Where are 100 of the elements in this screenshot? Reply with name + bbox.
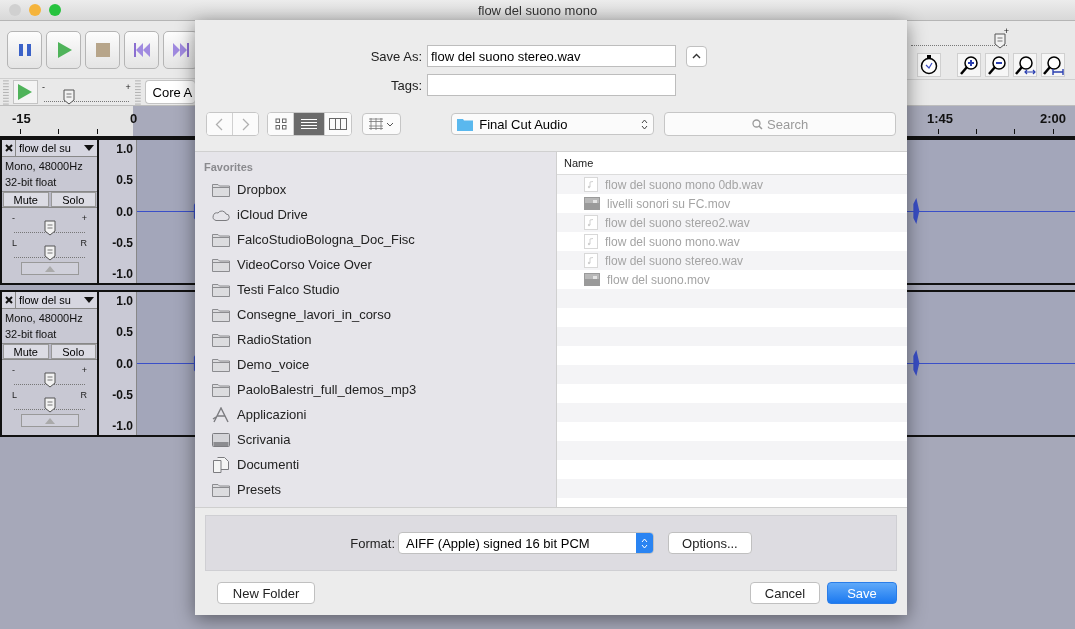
- solo-button[interactable]: Solo: [50, 192, 96, 207]
- slider-thumb[interactable]: [43, 245, 56, 261]
- ruler-label: 0: [130, 111, 138, 126]
- list-view-icon: [301, 118, 318, 130]
- slider-thumb[interactable]: [43, 220, 56, 236]
- list-view-button[interactable]: [294, 113, 325, 135]
- folder-icon: [212, 357, 230, 372]
- options-button[interactable]: Options...: [668, 532, 752, 554]
- tags-field[interactable]: [427, 74, 676, 96]
- zoom-in-icon: [959, 55, 979, 75]
- arrange-button[interactable]: [361, 113, 402, 135]
- amplitude-label: -1.0: [112, 419, 133, 433]
- close-icon: [4, 144, 13, 152]
- pause-icon: [16, 41, 33, 58]
- save-as-field[interactable]: flow del suono stereo.wav: [427, 45, 676, 67]
- slider-min-label: -: [12, 214, 15, 223]
- toolbar-grip-icon[interactable]: [134, 79, 141, 105]
- track-format: Mono, 48000Hz: [5, 311, 84, 326]
- column-view-button[interactable]: [324, 113, 351, 135]
- folder-icon: [212, 182, 230, 197]
- track-close-button[interactable]: [2, 292, 16, 308]
- slider-thumb[interactable]: [994, 32, 1007, 49]
- sidebar-item[interactable]: Consegne_lavori_in_corso: [195, 302, 556, 327]
- file-row: flow del suono stereo.wav: [557, 251, 907, 270]
- folder-icon: [212, 482, 230, 497]
- amplitude-label: 1.0: [116, 294, 133, 308]
- sidebar-item[interactable]: VideoCorso Voice Over: [195, 252, 556, 277]
- zoom-out-button[interactable]: [985, 53, 1009, 77]
- sidebar-item[interactable]: RadioStation: [195, 327, 556, 352]
- track-sample-format: 32-bit float: [5, 327, 58, 342]
- collapse-triangle-icon: [44, 417, 55, 424]
- slider-thumb[interactable]: [43, 397, 56, 413]
- column-header[interactable]: Name: [564, 157, 594, 169]
- video-thumbnail-icon: [584, 273, 600, 286]
- sidebar-item[interactable]: Documenti: [195, 452, 556, 477]
- sidebar-item[interactable]: Dropbox: [195, 177, 556, 202]
- slider-min-label: -: [41, 82, 45, 92]
- sidebar-item[interactable]: FalcoStudioBologna_Doc_Fisc: [195, 227, 556, 252]
- sidebar-heading: Favorites: [203, 160, 254, 175]
- save-as-label: Save As:: [369, 48, 422, 64]
- solo-button[interactable]: Solo: [50, 344, 96, 359]
- close-icon: [4, 296, 13, 304]
- toolbar-grip-icon[interactable]: [3, 79, 9, 105]
- window-title: flow del suono mono: [477, 2, 598, 18]
- file-row: livelli sonori su FC.mov: [557, 194, 907, 213]
- mute-button[interactable]: Mute: [3, 192, 49, 207]
- tags-label: Tags:: [389, 77, 422, 93]
- ruler-label: -15: [12, 111, 31, 126]
- sidebar-item[interactable]: iCloud Drive: [195, 202, 556, 227]
- fit-button[interactable]: [1013, 53, 1037, 77]
- updown-arrows-icon: [641, 537, 649, 549]
- skip-start-icon: [133, 42, 150, 57]
- slider-thumb[interactable]: [43, 372, 56, 388]
- slider-min-label: L: [12, 391, 17, 400]
- file-row: flow del suono.mov: [557, 270, 907, 289]
- search-icon: [752, 118, 764, 130]
- slider-max-label: +: [125, 82, 131, 92]
- location-dropdown[interactable]: Final Cut Audio: [451, 113, 655, 135]
- dropdown-triangle-icon: [84, 297, 94, 303]
- track-close-button[interactable]: [2, 140, 16, 156]
- folder-icon: [212, 257, 230, 272]
- cancel-button[interactable]: Cancel: [750, 582, 820, 604]
- mute-button[interactable]: Mute: [3, 344, 49, 359]
- audio-file-icon: [584, 177, 598, 192]
- new-folder-button[interactable]: New Folder: [217, 582, 315, 604]
- documents-icon: [212, 456, 230, 473]
- sidebar-item[interactable]: Applicazioni: [195, 402, 556, 427]
- folder-icon: [212, 307, 230, 322]
- format-dropdown[interactable]: AIFF (Apple) signed 16 bit PCM: [398, 532, 655, 554]
- audio-host-dropdown[interactable]: Core A: [144, 80, 195, 104]
- fit-vertical-button[interactable]: [1041, 53, 1065, 77]
- play-button[interactable]: [46, 30, 81, 69]
- zoom-fit-icon: [1042, 55, 1064, 75]
- sidebar-item[interactable]: Scrivania: [195, 427, 556, 452]
- zoom-in-button[interactable]: [957, 53, 981, 77]
- chevron-up-icon: [692, 53, 701, 59]
- play-icon: [17, 83, 34, 101]
- timer-button[interactable]: [917, 53, 941, 77]
- sidebar-item[interactable]: Presets: [195, 477, 556, 502]
- collapse-triangle-icon: [44, 265, 55, 272]
- zoom-out-icon: [987, 55, 1007, 75]
- file-row: flow del suono mono 0db.wav: [557, 175, 907, 194]
- track-name-menu[interactable]: flow del su: [16, 292, 97, 308]
- grid-icon: [368, 118, 383, 130]
- icon-view-button[interactable]: [268, 113, 295, 135]
- sidebar-item[interactable]: Demo_voice: [195, 352, 556, 377]
- skip-start-button[interactable]: [124, 30, 159, 69]
- slider-min-label: -: [12, 366, 15, 375]
- slider-min-label: L: [12, 239, 17, 248]
- pause-button[interactable]: [7, 30, 42, 69]
- amplitude-label: 0.0: [116, 356, 133, 371]
- track-format: Mono, 48000Hz: [5, 159, 84, 174]
- play-at-speed-button[interactable]: [12, 80, 38, 104]
- sidebar-item[interactable]: PaoloBalestri_full_demos_mp3: [195, 377, 556, 402]
- collapse-dialog-button[interactable]: [686, 45, 707, 67]
- track-name-menu[interactable]: flow del su: [16, 140, 97, 156]
- folder-icon: [212, 332, 230, 347]
- sidebar-item[interactable]: Testi Falco Studio: [195, 277, 556, 302]
- skip-end-icon: [172, 42, 189, 57]
- slider-thumb[interactable]: [63, 88, 76, 105]
